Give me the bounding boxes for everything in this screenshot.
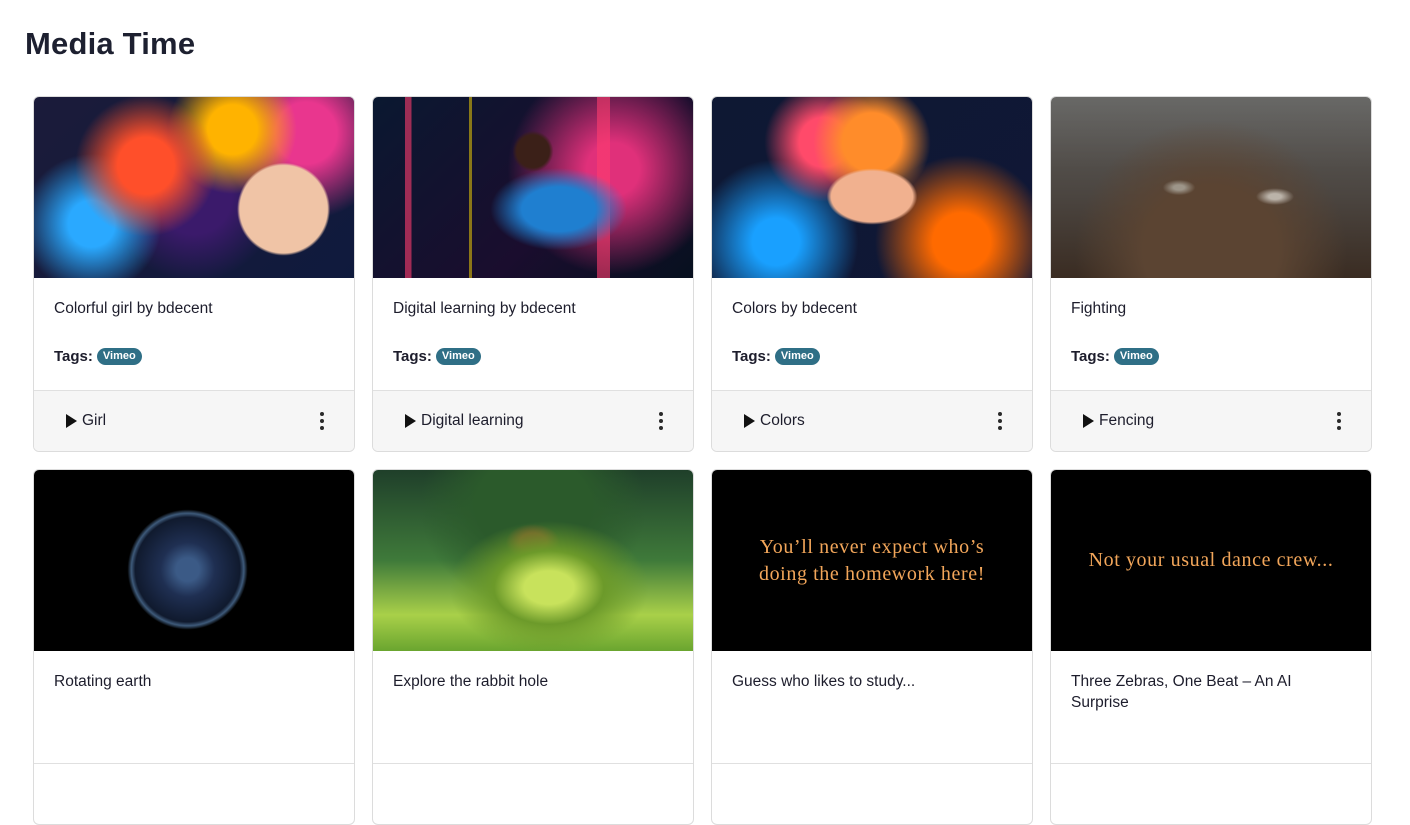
play-label: Girl: [82, 412, 107, 429]
media-card: Colorful girl by bdecent Tags: Vimeo Gir…: [33, 96, 355, 452]
card-body: Three Zebras, One Beat – An AI Surprise: [1051, 651, 1371, 764]
play-icon: [405, 414, 416, 428]
media-card: Not your usual dance crew... Three Zebra…: [1050, 469, 1372, 825]
tags-label: Tags:: [54, 348, 93, 365]
card-title[interactable]: Explore the rabbit hole: [393, 671, 673, 703]
play-label: Digital learning: [421, 412, 524, 429]
play-label: Fencing: [1099, 412, 1155, 429]
play-button[interactable]: Girl: [66, 412, 106, 430]
play-icon: [66, 414, 77, 428]
thumbnail-caption: Not your usual dance crew...: [1088, 549, 1334, 571]
tags-label: Tags:: [1071, 348, 1110, 365]
card-body: Rotating earth: [34, 651, 354, 764]
card-title[interactable]: Three Zebras, One Beat – An AI Surprise: [1071, 671, 1351, 711]
play-label: Colors: [760, 412, 805, 429]
media-card: You’ll never expect who’s doing the home…: [711, 469, 1033, 825]
play-icon: [1083, 414, 1094, 428]
media-card: Colors by bdecent Tags: Vimeo Colors: [711, 96, 1033, 452]
video-thumbnail[interactable]: [373, 97, 693, 278]
card-footer: Colors: [712, 391, 1032, 451]
tags-label: Tags:: [732, 348, 771, 365]
card-body: Colorful girl by bdecent Tags: Vimeo: [34, 278, 354, 391]
card-title[interactable]: Colorful girl by bdecent: [54, 298, 334, 330]
tags-row: Tags: Vimeo: [393, 348, 673, 365]
more-vertical-icon[interactable]: [655, 408, 667, 434]
page-title: Media Time: [25, 26, 196, 61]
card-body: Guess who likes to study...: [712, 651, 1032, 764]
tag-badge[interactable]: Vimeo: [435, 348, 481, 365]
card-footer: Fencing: [1051, 391, 1371, 451]
thumbnail-caption: You’ll never expect who’s doing the home…: [758, 535, 985, 585]
tag-badge[interactable]: Vimeo: [1113, 348, 1159, 365]
video-thumbnail[interactable]: [1051, 97, 1371, 278]
play-icon: [744, 414, 755, 428]
card-title[interactable]: Rotating earth: [54, 671, 334, 703]
media-grid: Colorful girl by bdecent Tags: Vimeo Gir…: [33, 96, 1374, 825]
more-vertical-icon[interactable]: [316, 408, 328, 434]
media-card: Rotating earth: [33, 469, 355, 825]
card-body: Colors by bdecent Tags: Vimeo: [712, 278, 1032, 391]
video-thumbnail[interactable]: [34, 97, 354, 278]
video-thumbnail[interactable]: [712, 97, 1032, 278]
card-footer: Digital learning: [373, 391, 693, 451]
media-card: Fighting Tags: Vimeo Fencing: [1050, 96, 1372, 452]
card-title[interactable]: Guess who likes to study...: [732, 671, 1012, 703]
card-title[interactable]: Digital learning by bdecent: [393, 298, 673, 330]
card-title[interactable]: Colors by bdecent: [732, 298, 1012, 330]
more-vertical-icon[interactable]: [994, 408, 1006, 434]
media-card: Digital learning by bdecent Tags: Vimeo …: [372, 96, 694, 452]
video-thumbnail[interactable]: You’ll never expect who’s doing the home…: [712, 470, 1032, 651]
card-title[interactable]: Fighting: [1071, 298, 1351, 330]
card-body: Fighting Tags: Vimeo: [1051, 278, 1371, 391]
media-card: Explore the rabbit hole: [372, 469, 694, 825]
tags-label: Tags:: [393, 348, 432, 365]
card-body: Explore the rabbit hole: [373, 651, 693, 764]
tag-badge[interactable]: Vimeo: [96, 348, 142, 365]
card-footer: Girl: [34, 391, 354, 451]
tags-row: Tags: Vimeo: [732, 348, 1012, 365]
play-button[interactable]: Digital learning: [405, 412, 524, 430]
tags-row: Tags: Vimeo: [54, 348, 334, 365]
play-button[interactable]: Fencing: [1083, 412, 1154, 430]
play-button[interactable]: Colors: [744, 412, 805, 430]
more-vertical-icon[interactable]: [1333, 408, 1345, 434]
video-thumbnail[interactable]: [373, 470, 693, 651]
tag-badge[interactable]: Vimeo: [774, 348, 820, 365]
card-body: Digital learning by bdecent Tags: Vimeo: [373, 278, 693, 391]
video-thumbnail[interactable]: Not your usual dance crew...: [1051, 470, 1371, 651]
tags-row: Tags: Vimeo: [1071, 348, 1351, 365]
video-thumbnail[interactable]: [34, 470, 354, 651]
